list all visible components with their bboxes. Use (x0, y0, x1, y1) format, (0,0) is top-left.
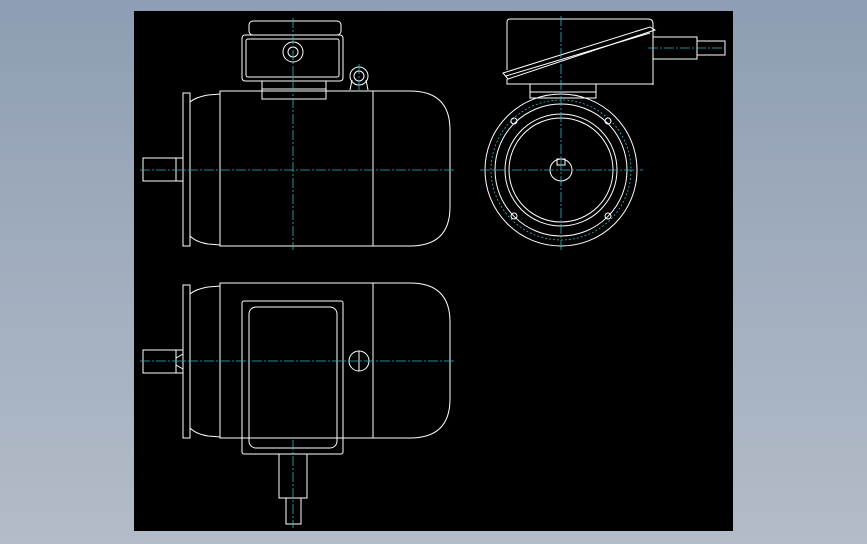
side-view (480, 16, 727, 252)
front-view (140, 18, 456, 250)
drawing-canvas[interactable] (134, 11, 733, 531)
mounting-flange (182, 92, 191, 247)
end-shield (189, 93, 221, 246)
end-shield-top (189, 285, 221, 438)
mounting-flange-top (182, 284, 191, 439)
cad-viewport (0, 0, 867, 544)
motor-shaft-top (142, 349, 183, 374)
motor-body (219, 90, 451, 247)
top-view (140, 282, 456, 528)
motor-drawing (140, 16, 727, 528)
motor-shaft (142, 157, 183, 182)
terminal-box-side (502, 18, 726, 99)
motor-body-top (219, 282, 451, 439)
terminal-box (241, 20, 344, 100)
terminal-box-top (241, 300, 344, 455)
